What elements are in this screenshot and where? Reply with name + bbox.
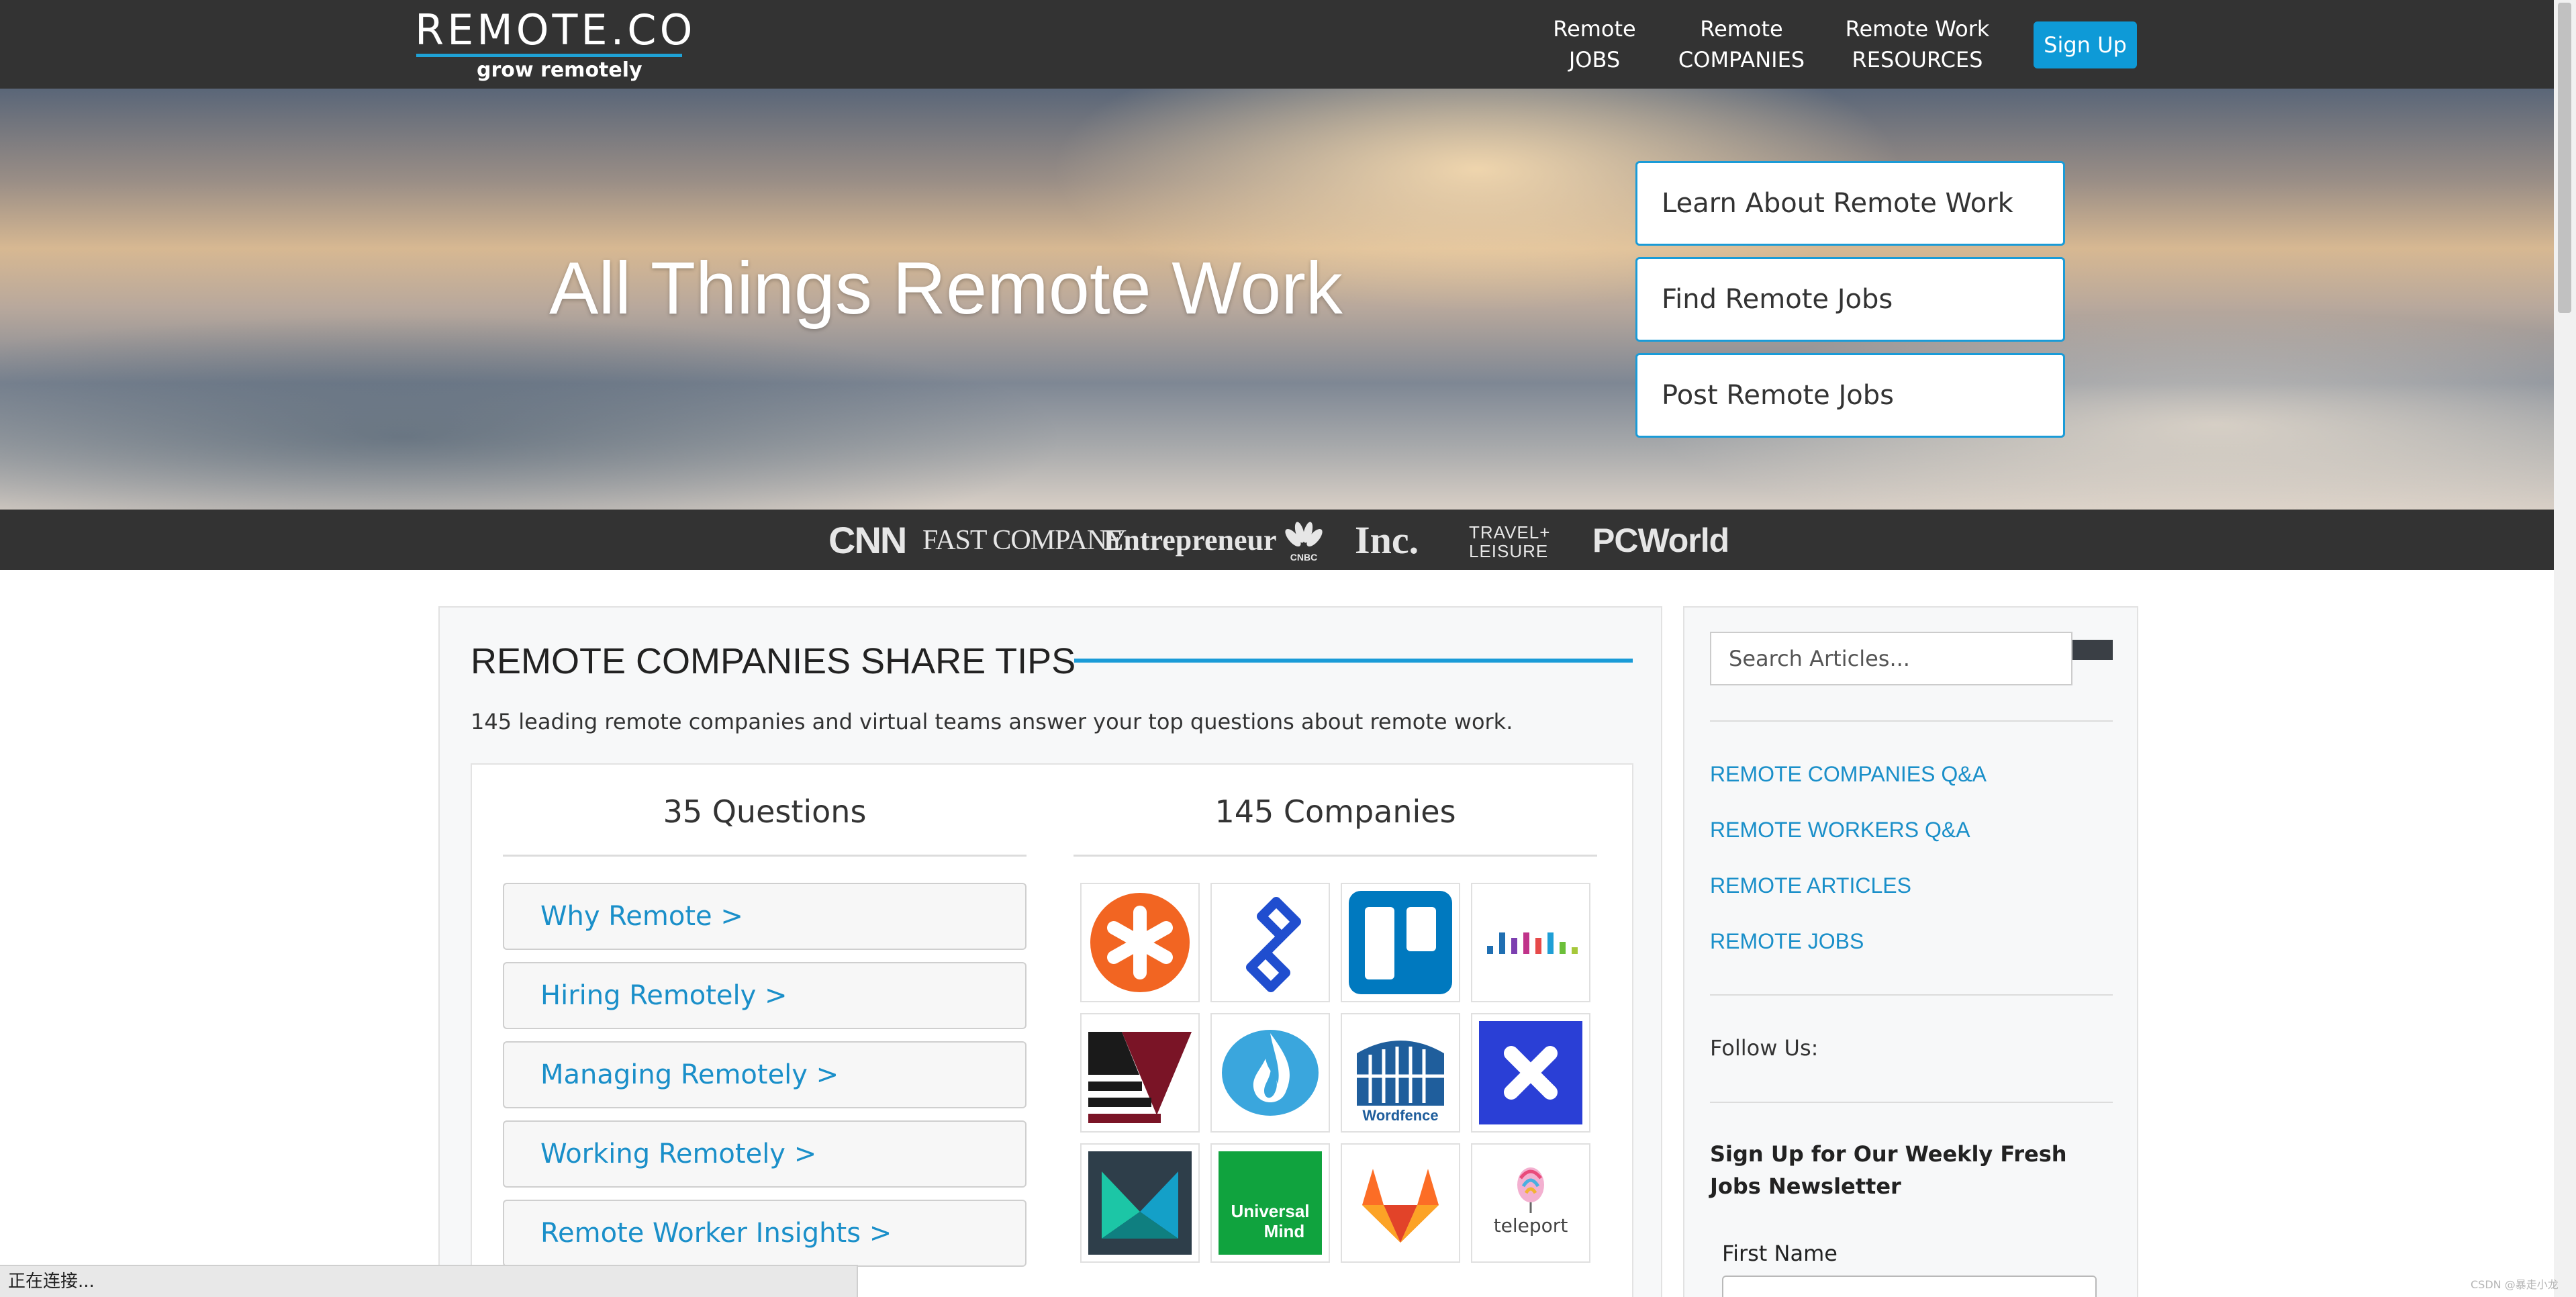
first-name-input[interactable] (1722, 1276, 2097, 1297)
toptal-logo-icon (1246, 897, 1301, 992)
follow-us-label: Follow Us: (1710, 1035, 1819, 1061)
site-logo[interactable]: REMOTE.CO grow remotely (415, 5, 696, 82)
trello-logo-icon (1349, 891, 1452, 994)
search-articles-input[interactable] (1710, 632, 2072, 685)
company-logo-tile[interactable] (1210, 883, 1330, 1002)
nav-remote-work-resources-line2: RESOURCES (1852, 47, 1983, 73)
sidebar-divider (1710, 1102, 2113, 1103)
remote-worker-insights-button[interactable]: Remote Worker Insights > (503, 1200, 1027, 1267)
managing-remotely-button[interactable]: Managing Remotely > (503, 1041, 1027, 1108)
questions-divider (503, 855, 1027, 857)
logo-underline (416, 54, 682, 57)
questions-companies-panel: 35 Questions 145 Companies Why Remote > … (471, 763, 1633, 1297)
logo-tagline: grow remotely (477, 58, 642, 82)
sidebar-link-remote-workers-qa[interactable]: REMOTE WORKERS Q&A (1710, 816, 1970, 843)
first-name-label: First Name (1722, 1241, 1838, 1266)
travel-leisure-logo: TRAVEL+ LEISURE (1469, 523, 1550, 563)
find-remote-jobs-button[interactable]: Find Remote Jobs (1635, 257, 2065, 342)
watermark: CSDN @暴走小龙 (2471, 1278, 2559, 1291)
nav-remote-jobs[interactable]: Remote JOBS (1537, 13, 1652, 75)
sidebar-link-remote-companies-qa[interactable]: REMOTE COMPANIES Q&A (1710, 761, 1987, 787)
inc-logo: Inc. (1355, 518, 1419, 562)
learn-about-remote-work-button[interactable]: Learn About Remote Work (1635, 161, 2065, 246)
nav-remote-work-resources[interactable]: Remote Work RESOURCES (1835, 13, 1999, 75)
cnbc-peacock-icon: CNBC (1280, 519, 1328, 563)
company-logo-tile[interactable] (1341, 883, 1460, 1002)
teleport-logo-text: teleport (1494, 1214, 1568, 1237)
nav-remote-companies-line1: Remote (1700, 16, 1783, 42)
working-remotely-button[interactable]: Working Remotely > (503, 1120, 1027, 1188)
why-remote-button[interactable]: Why Remote > (503, 883, 1027, 950)
bars-logo-icon (1487, 932, 1578, 954)
universal-mind-logo-icon: Universal Mind (1219, 1151, 1322, 1255)
nav-remote-jobs-line2: JOBS (1568, 47, 1621, 73)
company-logo-tile[interactable] (1341, 1143, 1460, 1263)
sidebar-link-remote-jobs[interactable]: REMOTE JOBS (1710, 928, 1864, 955)
nav-remote-companies[interactable]: Remote COMPANIES (1668, 13, 1815, 75)
logo-wordmark: REMOTE.CO (415, 5, 696, 54)
browser-status-bar: 正在连接... (0, 1265, 858, 1297)
gitlab-logo-icon (1362, 1169, 1439, 1243)
section-title-rule (1074, 659, 1633, 663)
sidebar: REMOTE COMPANIES Q&A REMOTE WORKERS Q&A … (1683, 606, 2138, 1297)
section-subtitle: 145 leading remote companies and virtual… (471, 709, 1513, 734)
company-logo-tile[interactable] (1080, 883, 1200, 1002)
sidebar-divider (1710, 720, 2113, 722)
questions-heading: 35 Questions (663, 794, 867, 830)
sidebar-divider (1710, 994, 2113, 996)
top-nav-bar: REMOTE.CO grow remotely Remote JOBS Remo… (0, 0, 2554, 89)
section-title: REMOTE COMPANIES SHARE TIPS (471, 641, 1076, 681)
companies-divider (1074, 855, 1597, 857)
company-logo-tile[interactable]: teleport (1471, 1143, 1590, 1263)
nav-remote-work-resources-line1: Remote Work (1845, 16, 1990, 42)
asterisk-logo-icon (1090, 893, 1190, 992)
wordfence-logo-icon: Wordfence (1357, 1041, 1444, 1124)
nav-remote-companies-line2: COMPANIES (1678, 47, 1805, 73)
post-remote-jobs-button[interactable]: Post Remote Jobs (1635, 353, 2065, 438)
company-logo-tile[interactable]: Wordfence (1341, 1013, 1460, 1133)
search-submit-button[interactable] (2072, 640, 2113, 660)
wordfence-logo-text: Wordfence (1362, 1107, 1438, 1124)
company-logo-tile[interactable] (1471, 883, 1590, 1002)
hero-banner: All Things Remote Work Learn About Remot… (0, 89, 2554, 510)
triangle-logo-icon (1088, 1032, 1192, 1123)
newsletter-title: Sign Up for Our Weekly Fresh Jobs Newsle… (1710, 1141, 2067, 1199)
company-logo-tile[interactable] (1080, 1143, 1200, 1263)
scrollbar-thumb[interactable] (2558, 3, 2571, 313)
nav-remote-jobs-line1: Remote (1553, 16, 1636, 42)
x-logo-icon (1479, 1021, 1582, 1124)
pcworld-logo: PCWorld (1592, 522, 1729, 559)
travel-leisure-line2: LEISURE (1469, 541, 1549, 561)
cnbc-logo-text: CNBC (1290, 552, 1317, 563)
cnn-logo: CNN (828, 519, 907, 561)
universal-mind-line2: Mind (1264, 1221, 1305, 1241)
companies-heading: 145 Companies (1214, 794, 1456, 830)
page-scrollbar[interactable] (2554, 0, 2576, 1297)
company-logo-tile[interactable] (1080, 1013, 1200, 1133)
travel-leisure-line1: TRAVEL+ (1469, 522, 1551, 542)
flame-logo-icon (1222, 1030, 1319, 1116)
hero-title: All Things Remote Work (549, 247, 1343, 330)
press-logos-bar: CNN FAST COMPANY Entrepreneur CNBC Inc. … (0, 510, 2554, 570)
company-logo-tile[interactable] (1471, 1013, 1590, 1133)
entrepreneur-logo: Entrepreneur (1104, 524, 1277, 557)
fast-company-logo: FAST COMPANY (922, 525, 1127, 556)
m-logo-icon (1088, 1151, 1192, 1255)
sign-up-button[interactable]: Sign Up (2034, 21, 2137, 68)
sidebar-link-remote-articles[interactable]: REMOTE ARTICLES (1710, 872, 1911, 899)
remote-companies-tips-card: REMOTE COMPANIES SHARE TIPS 145 leading … (438, 606, 1662, 1297)
company-logo-tile[interactable]: Universal Mind (1210, 1143, 1330, 1263)
teleport-logo-icon: teleport (1494, 1167, 1568, 1237)
hiring-remotely-button[interactable]: Hiring Remotely > (503, 962, 1027, 1029)
company-logo-tile[interactable] (1210, 1013, 1330, 1133)
universal-mind-line1: Universal (1231, 1201, 1309, 1221)
